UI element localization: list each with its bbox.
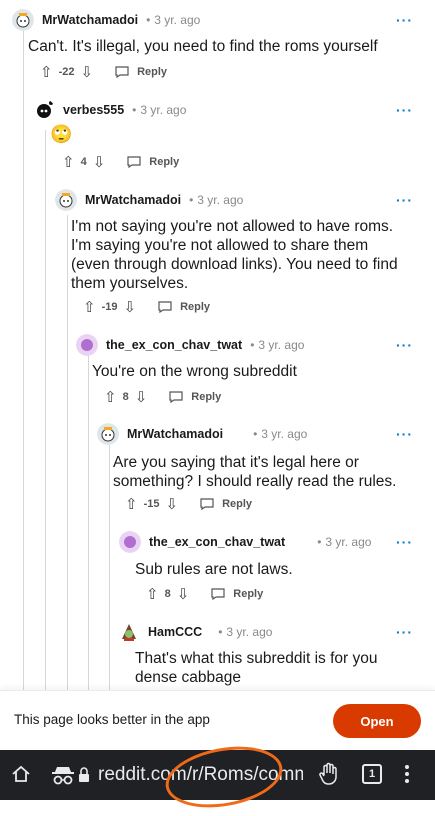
- open-app-button[interactable]: Open: [333, 704, 421, 738]
- hand-gesture-icon[interactable]: [318, 762, 340, 791]
- comment-age: 3 yr. ago: [140, 103, 187, 117]
- home-icon[interactable]: [10, 763, 32, 790]
- username[interactable]: MrWatchamadoi: [85, 193, 181, 207]
- thread-line[interactable]: [45, 130, 46, 690]
- avatar[interactable]: [119, 531, 141, 553]
- upvote-icon[interactable]: ⇧: [146, 585, 159, 603]
- avatar[interactable]: [118, 621, 140, 643]
- thread-line[interactable]: [109, 445, 110, 690]
- more-options-icon[interactable]: ···: [396, 337, 413, 353]
- snoo-avatar-icon: [76, 334, 98, 356]
- more-options-icon[interactable]: ···: [396, 12, 413, 28]
- vote-score: 8: [122, 391, 129, 403]
- snoo-avatar-icon: [97, 423, 119, 445]
- thread-line[interactable]: [88, 350, 89, 690]
- reply-button[interactable]: Reply: [115, 66, 167, 78]
- reply-icon: [200, 498, 214, 510]
- vote-score: -15: [143, 498, 160, 510]
- comment-body: Are you saying that it's legal here or s…: [113, 454, 397, 490]
- reply-button[interactable]: Reply: [200, 498, 252, 510]
- incognito-icon[interactable]: [50, 764, 76, 791]
- vote-score: -22: [58, 66, 75, 78]
- username[interactable]: the_ex_con_chav_twat: [149, 535, 285, 549]
- upvote-icon[interactable]: ⇧: [104, 388, 117, 406]
- downvote-icon[interactable]: ⇩: [80, 63, 93, 81]
- comment-body: 🙄: [50, 124, 73, 144]
- snoo-avatar-icon: [37, 101, 53, 118]
- banner-text: This page looks better in the app: [14, 712, 210, 727]
- reply-button[interactable]: Reply: [211, 588, 263, 600]
- more-options-icon[interactable]: ···: [396, 624, 413, 640]
- reply-button[interactable]: Reply: [158, 301, 210, 313]
- reply-button[interactable]: Reply: [169, 391, 221, 403]
- vote-score: 8: [164, 588, 171, 600]
- upvote-icon[interactable]: ⇧: [62, 153, 75, 171]
- snoo-avatar-icon: [55, 189, 77, 211]
- lock-icon[interactable]: [78, 767, 90, 788]
- thread-line[interactable]: [23, 30, 24, 690]
- snoo-avatar-icon: [12, 9, 34, 31]
- snoo-avatar-icon: [122, 624, 136, 641]
- comment-body: Sub rules are not laws.: [135, 561, 293, 578]
- reply-icon: [115, 66, 129, 78]
- upvote-icon[interactable]: ⇧: [125, 495, 138, 513]
- username[interactable]: MrWatchamadoi: [42, 13, 138, 27]
- comment-age: 3 yr. ago: [261, 427, 308, 441]
- comment-age: 3 yr. ago: [197, 193, 244, 207]
- avatar[interactable]: [55, 189, 77, 211]
- comment-age: 3 yr. ago: [154, 13, 201, 27]
- reply-button[interactable]: Reply: [127, 156, 179, 168]
- open-in-app-banner: This page looks better in the app Open: [0, 690, 435, 751]
- snoo-avatar-icon: [119, 531, 141, 553]
- reply-icon: [211, 588, 225, 600]
- username[interactable]: verbes555: [63, 103, 124, 117]
- vote-score: -19: [101, 301, 118, 313]
- upvote-icon[interactable]: ⇧: [83, 298, 96, 316]
- more-options-icon[interactable]: ···: [396, 102, 413, 118]
- upvote-icon[interactable]: ⇧: [40, 63, 53, 81]
- downvote-icon[interactable]: ⇩: [165, 495, 178, 513]
- comment-body: Can't. It's illegal, you need to find th…: [28, 38, 378, 55]
- more-options-icon[interactable]: ···: [396, 426, 413, 442]
- username[interactable]: HamCCC: [148, 625, 202, 639]
- reply-icon: [127, 156, 141, 168]
- comment-age: 3 yr. ago: [258, 338, 305, 352]
- avatar[interactable]: [33, 99, 55, 121]
- avatar[interactable]: [97, 423, 119, 445]
- username[interactable]: MrWatchamadoi: [127, 427, 223, 441]
- comment-thread: MrWatchamadoi • 3 yr. ago ··· Can't. It'…: [0, 0, 435, 690]
- vote-score: 4: [80, 156, 87, 168]
- comment-body: That's what this subreddit is for you de…: [135, 650, 378, 686]
- username[interactable]: the_ex_con_chav_twat: [106, 338, 242, 352]
- tab-switcher-button[interactable]: 1: [362, 764, 382, 784]
- comment-age: 3 yr. ago: [325, 535, 372, 549]
- comment-body: You're on the wrong subreddit: [92, 363, 297, 380]
- more-options-icon[interactable]: ···: [396, 534, 413, 550]
- downvote-icon[interactable]: ⇩: [123, 298, 136, 316]
- downvote-icon[interactable]: ⇩: [135, 388, 148, 406]
- reply-icon: [169, 391, 183, 403]
- tab-count: 1: [368, 768, 376, 780]
- more-options-icon[interactable]: ···: [396, 192, 413, 208]
- comment-body: I'm not saying you're not allowed to hav…: [71, 218, 398, 292]
- avatar[interactable]: [76, 334, 98, 356]
- comment-age: 3 yr. ago: [226, 625, 273, 639]
- downvote-icon[interactable]: ⇩: [177, 585, 190, 603]
- avatar[interactable]: [12, 9, 34, 31]
- thread-line[interactable]: [67, 215, 68, 690]
- downvote-icon[interactable]: ⇩: [93, 153, 106, 171]
- overflow-menu-icon[interactable]: [404, 764, 410, 789]
- reply-icon: [158, 301, 172, 313]
